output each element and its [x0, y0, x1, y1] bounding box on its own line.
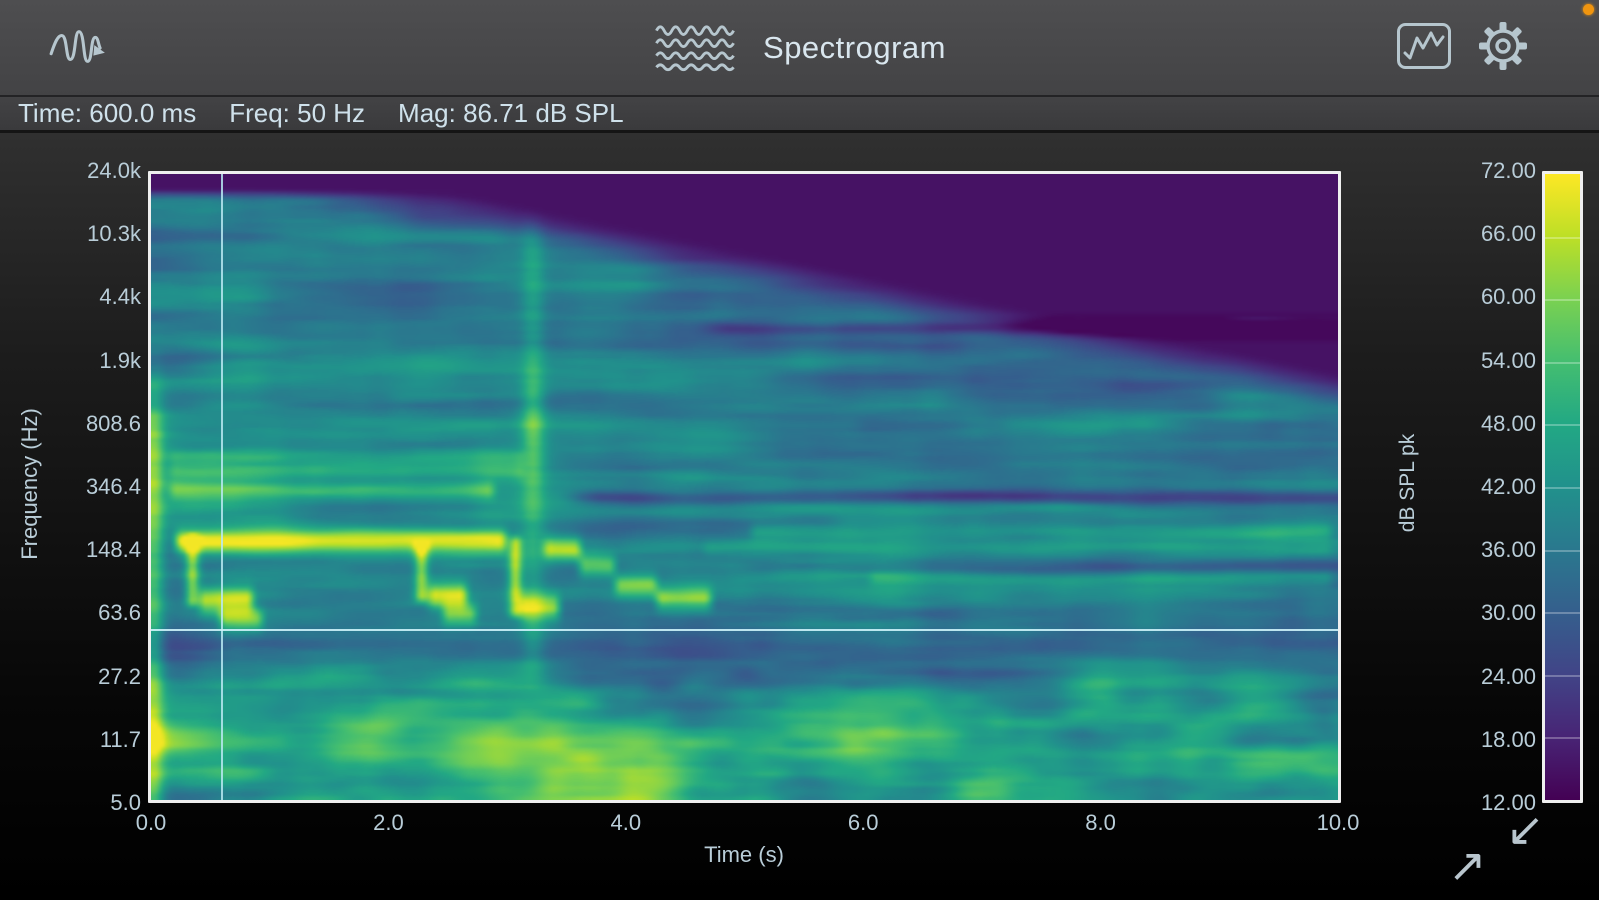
cursor-crosshair-horizontal[interactable] — [151, 628, 1338, 631]
colorbar-tick-line — [1545, 549, 1580, 552]
readout-mag: Mag: 86.71 dB SPL — [398, 98, 624, 128]
page-title: Spectrogram — [763, 29, 946, 65]
spectrogram-heatmap[interactable] — [151, 174, 1338, 800]
colorbar-tick-line — [1545, 737, 1580, 740]
y-tick-label: 1.9k — [99, 347, 141, 373]
y-tick-label: 148.4 — [85, 537, 141, 563]
colorbar-tick-label: 54.00 — [1480, 347, 1536, 373]
app-title-group: Spectrogram — [0, 0, 1599, 95]
colorbar-tick-label: 18.00 — [1480, 726, 1536, 752]
y-axis-title: Frequency (Hz) — [17, 408, 42, 560]
y-tick-label: 808.6 — [85, 410, 141, 436]
signal-flow-icon[interactable] — [46, 23, 110, 71]
y-tick-label: 11.7 — [99, 726, 141, 752]
level-chart-icon[interactable] — [1396, 22, 1452, 70]
colorbar-tick-label: 36.00 — [1480, 537, 1536, 563]
spectrogram-waves-icon — [655, 24, 735, 71]
colorbar-tick-line — [1545, 674, 1580, 677]
colorbar-tick-line — [1545, 487, 1580, 489]
colorbar-tick-line — [1545, 424, 1580, 427]
y-tick-label: 4.4k — [99, 284, 141, 310]
x-tick-label: 8.0 — [1085, 810, 1116, 835]
y-tick-label: 346.4 — [85, 474, 141, 499]
x-tick-label: 4.0 — [610, 810, 642, 835]
x-tick-label: 2.0 — [373, 810, 404, 835]
cursor-readout-bar: Time: 600.0 ms Freq: 50 Hz Mag: 86.71 dB… — [0, 97, 1599, 133]
toolbar: Spectrogram — [0, 0, 1599, 97]
readout-time: Time: 600.0 ms — [18, 98, 197, 128]
colorbar-tick-label: 66.00 — [1480, 221, 1536, 247]
colorbar-tick-line — [1545, 612, 1580, 615]
colorbar-title: dB SPL pk — [1396, 433, 1419, 533]
colorbar-tick-label: 42.00 — [1480, 474, 1536, 499]
y-tick-label: 24.0k — [87, 158, 141, 183]
colorbar-tick-line — [1545, 236, 1580, 239]
spectrogram-plot-frame — [148, 171, 1341, 803]
colorbar-tick-line — [1545, 299, 1580, 302]
x-axis-title: Time (s) — [704, 842, 784, 867]
x-tick-label: 10.0 — [1316, 810, 1360, 835]
colorbar-tick-line — [1545, 361, 1580, 364]
x-tick-label: 6.0 — [847, 810, 879, 835]
readout-freq: Freq: 50 Hz — [229, 98, 366, 128]
colorbar[interactable] — [1542, 171, 1583, 803]
spectrogram-app: Spectrogram Time: 600.0 ms Freq: 50 Hz M… — [0, 0, 1599, 900]
recording-indicator-dot — [1583, 4, 1594, 15]
cursor-crosshair-vertical[interactable] — [221, 174, 224, 800]
collapse-arrow-icon[interactable]: ↙ — [1506, 806, 1545, 852]
settings-gear-icon[interactable] — [1477, 20, 1529, 72]
x-tick-label: 0.0 — [135, 810, 167, 835]
colorbar-tick-label: 30.00 — [1480, 600, 1536, 626]
y-tick-label: 10.3k — [87, 221, 141, 247]
colorbar-tick-label: 24.00 — [1480, 663, 1536, 689]
expand-arrow-icon[interactable]: ↗ — [1448, 842, 1487, 888]
y-tick-label: 63.6 — [98, 600, 141, 626]
colorbar-tick-label: 72.00 — [1480, 158, 1536, 183]
y-tick-label: 27.2 — [98, 663, 141, 689]
colorbar-tick-label: 60.00 — [1480, 284, 1536, 310]
colorbar-tick-label: 48.00 — [1480, 410, 1536, 436]
